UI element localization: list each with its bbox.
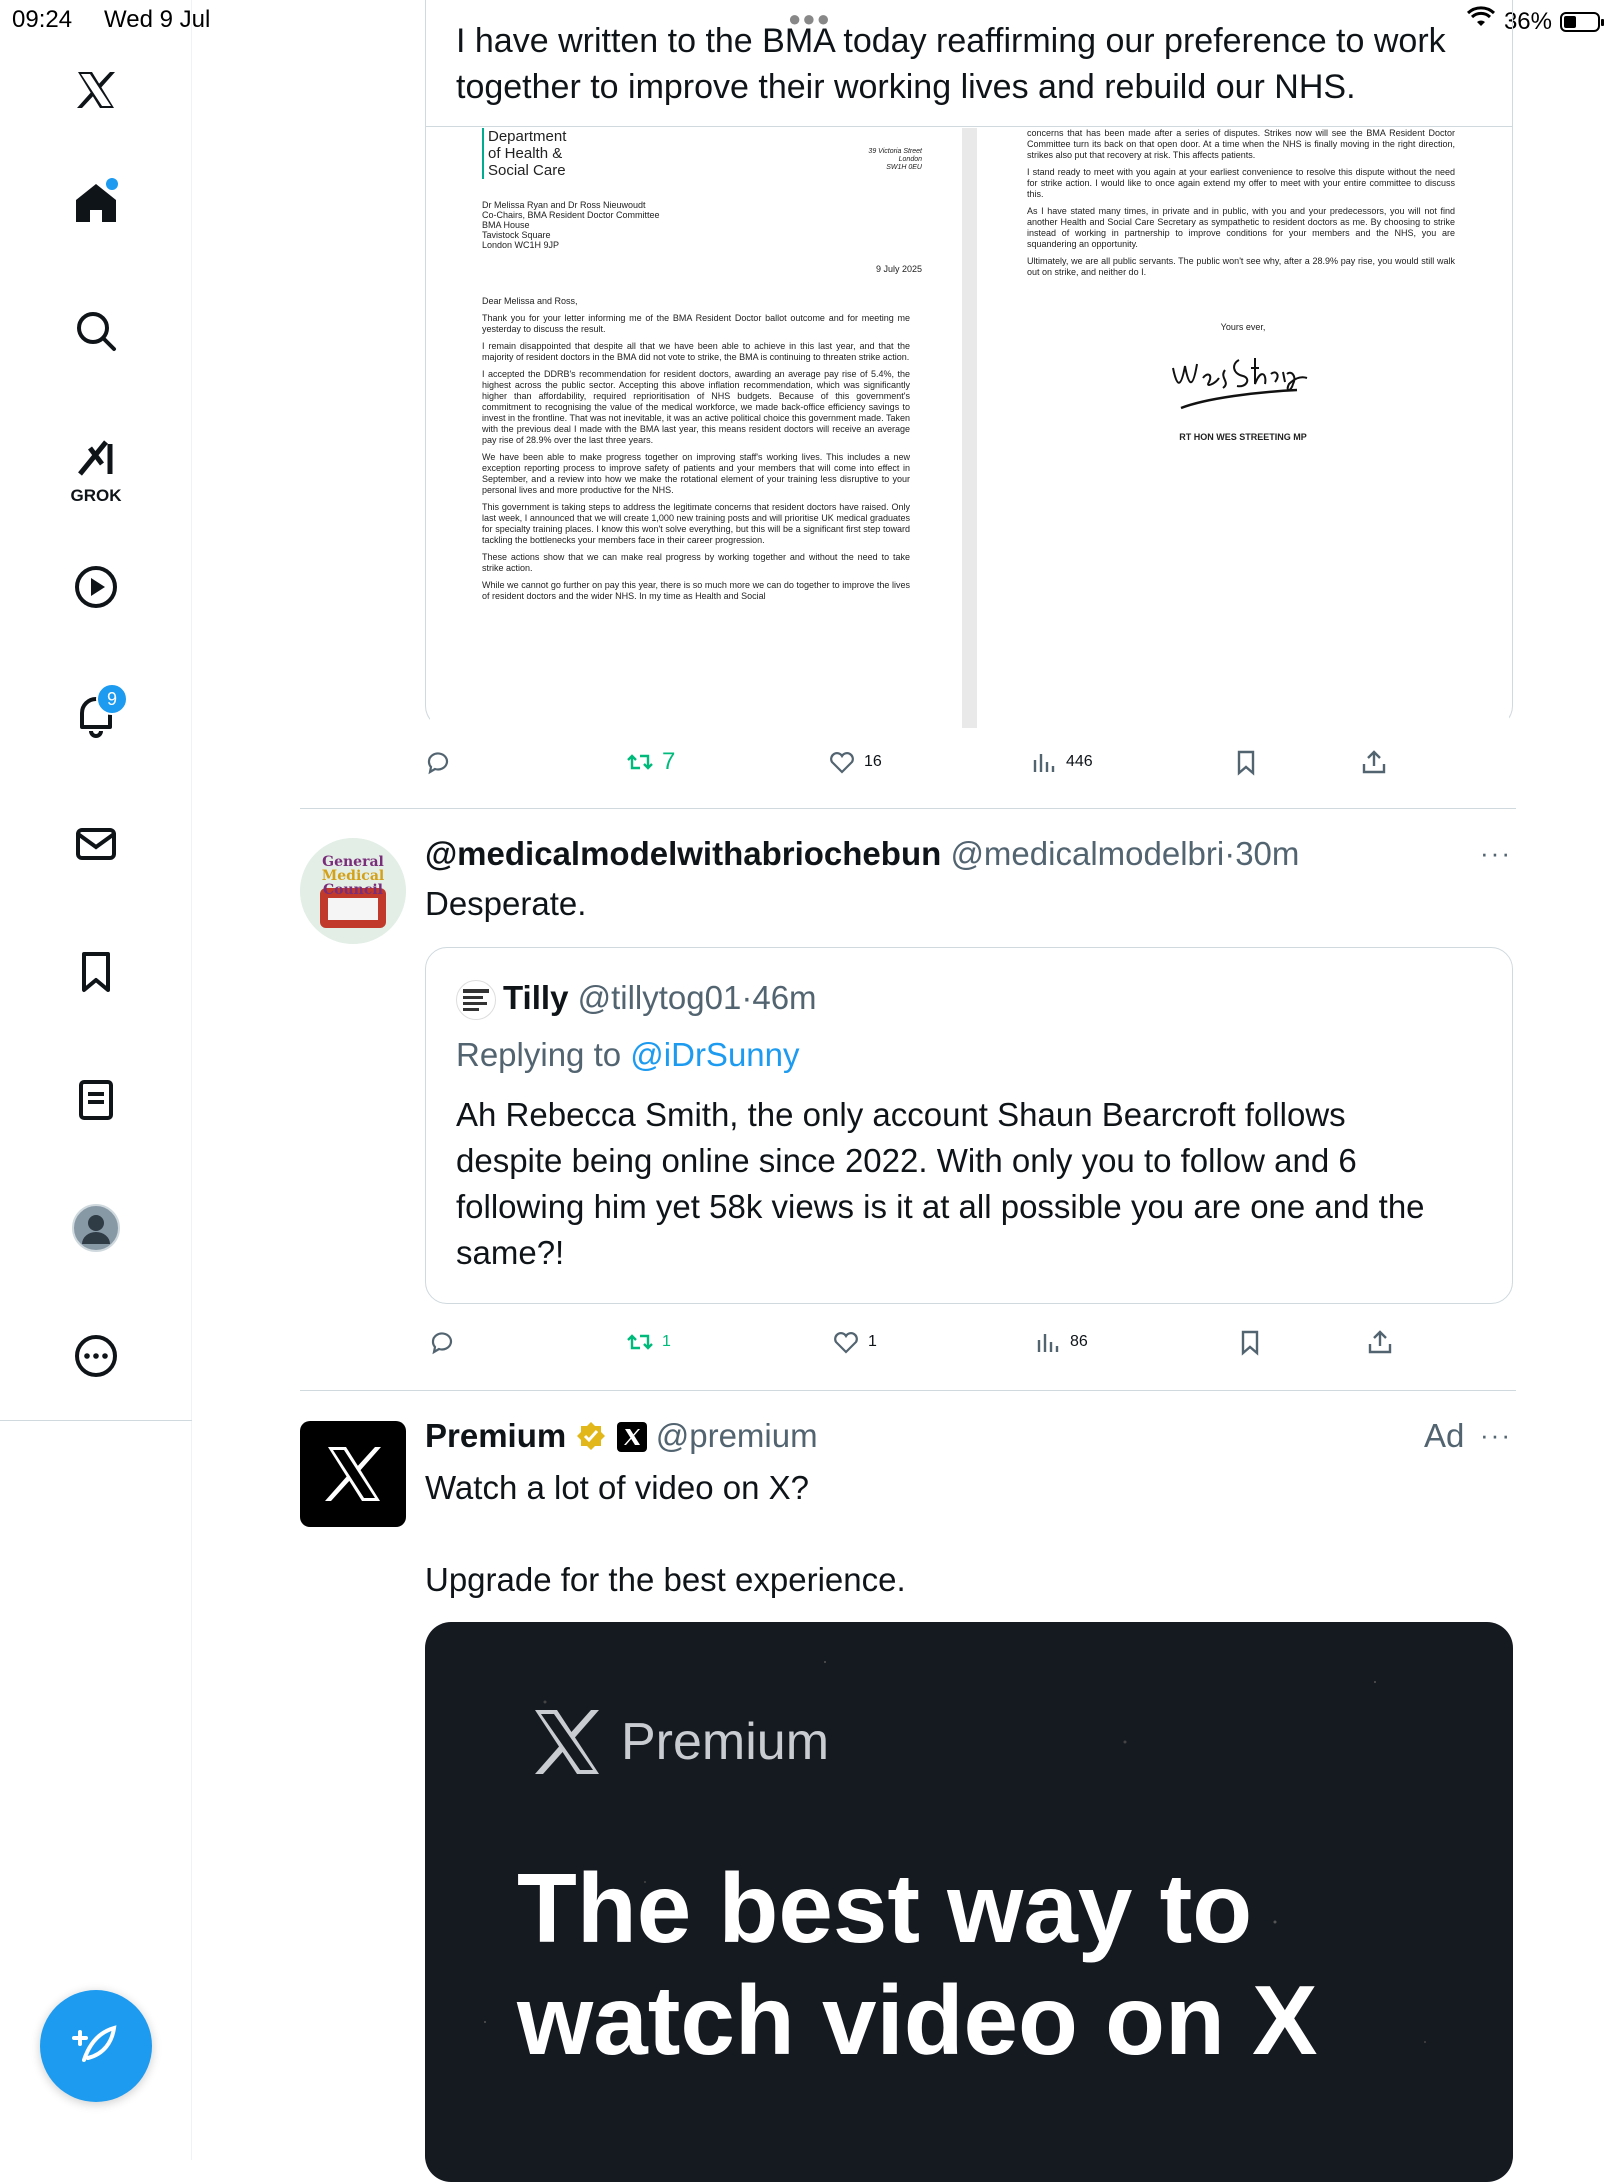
share-icon — [1368, 1330, 1392, 1354]
profile-avatar-icon[interactable] — [60, 1192, 132, 1264]
messages-icon[interactable] — [60, 808, 132, 880]
retweet-count: 1 — [662, 1333, 671, 1350]
tweet-divider — [300, 808, 1516, 809]
quote-time: 46m — [752, 979, 817, 1016]
letter-date: 9 July 2025 — [875, 264, 922, 274]
views-button[interactable]: 446 — [1030, 748, 1093, 776]
quote-text: Ah Rebecca Smith, the only account Shaun… — [456, 1096, 1425, 1271]
ad-brand: Premium — [529, 1704, 829, 1780]
reply-button[interactable] — [428, 1328, 456, 1356]
replying-to: Replying to @iDrSunny — [456, 1036, 800, 1073]
bookmark-button[interactable] — [1236, 1328, 1264, 1356]
verified-gold-icon — [575, 1417, 607, 1454]
tweet-more-icon[interactable]: ··· — [1480, 1420, 1512, 1451]
ad-label: Ad — [1424, 1417, 1465, 1454]
dept-logo: Department of Health & Social Care — [482, 128, 566, 179]
share-icon — [1362, 750, 1386, 774]
letter-recipient: Dr Melissa Ryan and Dr Ross Nieuwoudt Co… — [482, 200, 660, 250]
sidebar-divider — [0, 1420, 192, 1421]
bookmarks-icon[interactable] — [60, 936, 132, 1008]
replying-to-link[interactable]: @iDrSunny — [630, 1036, 799, 1073]
bookmark-icon — [1237, 750, 1255, 776]
signature-image — [1167, 348, 1317, 428]
avatar-tilly — [456, 980, 496, 1020]
tweet-more-icon[interactable]: ··· — [1480, 838, 1512, 869]
letter-page-2[interactable]: concerns that has been made after a seri… — [977, 128, 1509, 728]
author-handle[interactable]: @medicalmodelbri — [950, 835, 1224, 872]
avatar-medicalmodel[interactable]: General Medical Council — [300, 838, 406, 944]
letter-address: 39 Victoria Street London SW1H 0EU — [868, 148, 922, 171]
video-icon[interactable] — [60, 551, 132, 623]
retweet-count: 7 — [662, 748, 676, 775]
author-name[interactable]: Premium — [425, 1417, 566, 1454]
share-button[interactable] — [1366, 1328, 1394, 1356]
like-button[interactable]: 1 — [832, 1328, 877, 1356]
reply-icon — [427, 752, 449, 775]
search-icon[interactable] — [60, 295, 132, 367]
views-button[interactable]: 86 — [1034, 1328, 1088, 1356]
avatar-premium[interactable] — [300, 1421, 406, 1527]
like-button[interactable]: 16 — [828, 748, 882, 776]
view-count: 446 — [1066, 753, 1093, 770]
ad-media[interactable]: Premium The best way to watch video on X — [425, 1622, 1513, 2182]
retweet-button[interactable]: 1 — [626, 1328, 671, 1356]
home-unread-dot — [106, 178, 118, 190]
notification-badge: 9 — [96, 683, 128, 715]
home-icon[interactable] — [60, 166, 132, 238]
tweet2-header: @medicalmodelwithabriochebun @medicalmod… — [425, 835, 1300, 872]
sidebar-nav: GROK 9 — [0, 0, 192, 2160]
views-icon — [1033, 754, 1055, 772]
heart-icon — [830, 752, 854, 774]
tweet-time[interactable]: 30m — [1235, 835, 1299, 872]
quote-author-name: Tilly — [503, 979, 569, 1016]
share-button[interactable] — [1360, 748, 1388, 776]
author-handle[interactable]: @premium — [656, 1417, 818, 1454]
svg-text:Council: Council — [323, 882, 383, 898]
compose-post-button[interactable] — [40, 1990, 152, 2102]
tweet3-text-line1: Watch a lot of video on X? — [425, 1469, 809, 1506]
reply-icon — [431, 1332, 453, 1355]
letter-body-2: concerns that has been made after a seri… — [1027, 128, 1455, 277]
tweet3-header: Premium @premium — [425, 1414, 818, 1458]
like-count: 1 — [868, 1333, 877, 1350]
tweet2-text: Desperate. — [425, 885, 587, 922]
bookmark-button[interactable] — [1232, 748, 1260, 776]
tweet1-text: I have written to the BMA today reaffirm… — [456, 22, 1446, 106]
letter-body: Dear Melissa and Ross, Thank you for you… — [482, 296, 910, 601]
views-icon — [1037, 1334, 1059, 1352]
compose-feather-icon — [72, 2025, 117, 2062]
reply-button[interactable] — [424, 748, 452, 776]
x-affiliate-icon — [616, 1417, 647, 1454]
x-logo-icon — [535, 1710, 599, 1774]
like-count: 16 — [864, 753, 882, 770]
bookmark-icon — [1241, 1330, 1259, 1356]
quote-header: Tilly @tillytog01·46m — [503, 979, 817, 1016]
notifications-icon[interactable]: 9 — [60, 679, 132, 751]
ad-headline: The best way to watch video on X — [517, 1853, 1318, 2075]
x-logo-icon[interactable] — [60, 54, 132, 126]
letter-signoff: Yours ever, — [1220, 322, 1266, 332]
author-name[interactable]: @medicalmodelwithabriochebun — [425, 835, 941, 872]
view-count: 86 — [1070, 1333, 1088, 1350]
tweet3-text-line2: Upgrade for the best experience. — [425, 1561, 906, 1598]
more-options-icon[interactable] — [60, 1320, 132, 1392]
retweet-icon — [627, 754, 653, 770]
retweet-button[interactable]: 7 — [626, 748, 675, 776]
letter-page-1[interactable]: Department of Health & Social Care 39 Vi… — [430, 128, 962, 728]
grok-label: GROK — [70, 486, 122, 505]
letter-signatory: RT HON WES STREETING MP — [1179, 432, 1307, 442]
lists-icon[interactable] — [60, 1064, 132, 1136]
quote-author-handle: @tillytog01 — [577, 979, 742, 1016]
battery-icon — [1560, 11, 1604, 32]
heart-icon — [834, 1332, 858, 1354]
grok-icon[interactable]: GROK — [60, 422, 132, 505]
retweet-icon — [627, 1334, 653, 1350]
tweet-divider — [300, 1390, 1516, 1391]
letter-page-separator — [962, 128, 977, 728]
